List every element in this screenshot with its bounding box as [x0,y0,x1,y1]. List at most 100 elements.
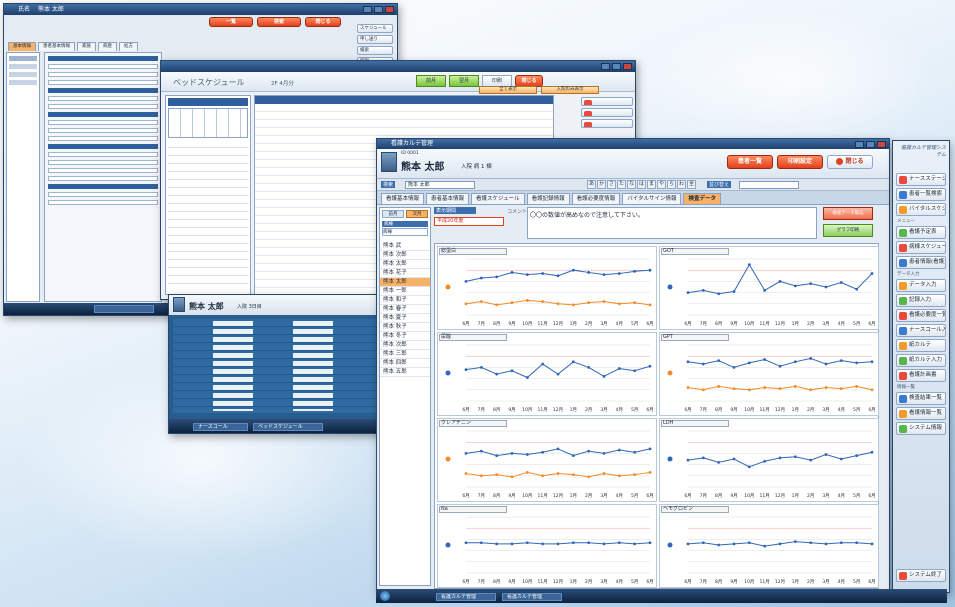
form-field[interactable] [48,120,158,125]
sidebar-item[interactable]: 看護計画書 [896,369,946,382]
data-point[interactable] [495,275,499,279]
data-point[interactable] [479,449,483,453]
data-point[interactable] [793,284,797,288]
data-point[interactable] [556,472,560,475]
back-tab-4[interactable]: 病歴 [98,42,117,51]
print-graph-button[interactable]: グラフ印刷 [823,224,873,237]
popup-field-column[interactable] [293,321,333,411]
list-item[interactable] [9,64,37,69]
data-point[interactable] [824,362,828,366]
search-input[interactable]: 熊本 太郎 [405,181,475,189]
maximize-icon[interactable] [866,141,875,148]
data-point[interactable] [587,271,591,274]
patient-list-item[interactable]: 熊本 冬子 [380,332,430,341]
data-point[interactable] [633,542,637,546]
data-point[interactable] [732,290,736,293]
minimize-icon[interactable] [601,63,610,70]
form-field[interactable] [48,192,158,197]
back-tab-2[interactable]: 患者基本情報 [38,42,75,51]
popup-taskbar-item[interactable]: ベッドスケジュール [253,423,323,431]
data-point[interactable] [778,364,782,368]
data-point[interactable] [855,361,859,365]
minimize-icon[interactable] [363,6,372,13]
patient-list-item[interactable]: 熊本 夏子 [380,314,430,323]
data-point[interactable] [571,541,575,545]
data-point[interactable] [648,268,652,272]
sidebar-item[interactable]: データ入力 [896,279,946,292]
data-point[interactable] [855,385,859,388]
sidebar-item[interactable]: 紙カルテ入力 [896,354,946,367]
kana-button[interactable]: な [627,180,636,189]
data-point[interactable] [648,471,652,474]
data-point[interactable] [633,301,637,305]
data-point[interactable] [510,369,514,373]
tab-patient-basic[interactable]: 患者基本情報 [426,193,470,204]
data-point[interactable] [701,388,705,392]
data-point[interactable] [824,542,828,546]
data-point[interactable] [839,541,843,545]
data-point[interactable] [839,457,843,461]
back-side-button[interactable]: 申し送り [357,35,393,44]
back-tab-5[interactable]: 処方 [119,42,138,51]
data-point[interactable] [732,542,736,546]
data-point[interactable] [525,541,529,545]
sidebar-item[interactable]: ナースコール入力 [896,324,946,337]
data-point[interactable] [541,542,545,546]
data-point[interactable] [617,367,621,370]
data-point[interactable] [464,541,468,545]
system-exit-button[interactable]: システム終了 [896,569,946,582]
sidebar-item[interactable]: 記録入力 [896,294,946,307]
data-point[interactable] [556,542,560,546]
tab-lab-data[interactable]: 検査データ [683,193,721,204]
data-point[interactable] [525,453,529,456]
list-item[interactable] [9,72,37,77]
form-field[interactable] [48,64,158,69]
filter-inpatient-button[interactable]: 入院のみ表示 [541,86,599,94]
data-point[interactable] [571,454,575,458]
tab-care-need[interactable]: 看護必要度情報 [571,193,621,204]
back-close-button[interactable]: 閉じる [305,17,341,27]
data-point[interactable] [763,544,767,548]
data-point[interactable] [870,272,874,275]
patient-list-item[interactable]: 熊本 三郎 [380,350,430,359]
data-point[interactable] [479,474,483,478]
data-point[interactable] [587,449,591,453]
form-field[interactable] [48,160,158,165]
data-point[interactable] [778,280,782,283]
data-point[interactable] [633,369,637,373]
sidebar-item[interactable]: 患者情報(看護) [896,256,946,269]
sidebar-item[interactable]: 病棟スケジュール [896,241,946,254]
kana-button[interactable]: ら [667,180,676,189]
data-point[interactable] [686,458,690,462]
schedule-next-button[interactable]: 翌月 [449,75,479,87]
patient-list-button[interactable]: 患者一覧 [727,155,773,169]
data-point[interactable] [701,362,705,366]
data-point[interactable] [556,372,560,376]
minimize-icon[interactable] [855,141,864,148]
data-point[interactable] [525,299,529,302]
data-point[interactable] [809,282,813,286]
data-point[interactable] [824,386,828,389]
data-point[interactable] [763,358,767,361]
maximize-icon[interactable] [374,6,383,13]
sidebar-item[interactable]: 看護予定表 [896,226,946,239]
data-point[interactable] [809,458,813,462]
data-point[interactable] [495,454,499,458]
data-point[interactable] [686,386,690,389]
kana-button[interactable]: か [597,180,606,189]
bed-list[interactable] [168,140,248,290]
form-field[interactable] [48,200,158,205]
data-point[interactable] [855,454,859,458]
data-point[interactable] [495,372,499,376]
data-point[interactable] [587,475,591,479]
data-point[interactable] [648,364,652,368]
data-point[interactable] [556,274,560,278]
data-point[interactable] [602,472,606,475]
next-month-button[interactable]: 次月 [406,210,428,218]
form-field[interactable] [48,96,158,101]
kana-button[interactable]: や [657,180,666,189]
sidebar-item[interactable]: 看護必要度一覧 [896,309,946,322]
list-item[interactable] [9,56,37,61]
data-point[interactable] [747,361,751,365]
schedule-side-button[interactable] [581,97,633,106]
